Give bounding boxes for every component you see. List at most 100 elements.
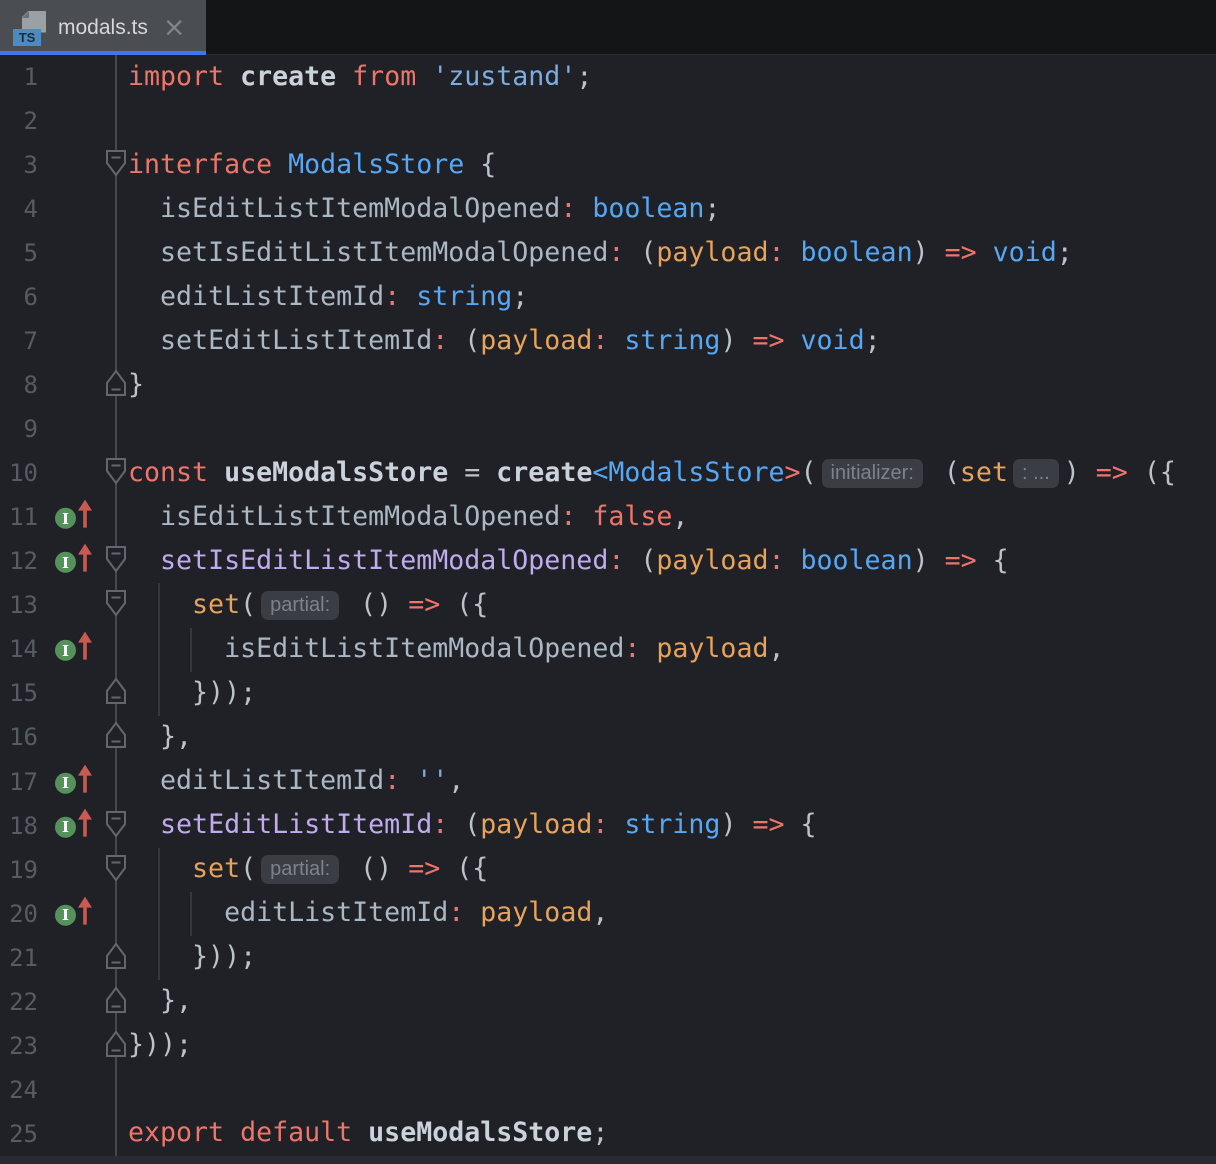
line-number[interactable]: 10	[0, 459, 42, 487]
code-token: {	[464, 149, 496, 180]
navigate-up-arrow-icon[interactable]	[77, 499, 93, 533]
code-text: setEditListItemId: (payload: string) => …	[128, 812, 817, 839]
fold-region-end-icon[interactable]	[105, 721, 127, 753]
code-token: set	[960, 457, 1008, 488]
code-token: false	[592, 501, 672, 532]
code-line: 13 set(partial: () => ({	[0, 583, 1216, 627]
code-text: },	[128, 724, 192, 751]
code-token: setEditListItemId	[160, 325, 432, 356]
gutter-slot	[42, 848, 128, 892]
code-token: (	[624, 237, 656, 268]
code-token: setIsEditListItemModalOpened	[160, 237, 608, 268]
code-token: (	[448, 325, 480, 356]
line-number[interactable]: 24	[0, 1076, 42, 1104]
navigate-up-arrow-icon[interactable]	[77, 631, 93, 665]
line-number[interactable]: 6	[0, 283, 42, 311]
tab-modals-ts[interactable]: TS modals.ts ×	[0, 0, 206, 55]
line-number[interactable]: 20	[0, 900, 42, 928]
code-text: setIsEditListItemModalOpened: (payload: …	[128, 548, 1009, 575]
code-token	[608, 809, 624, 840]
gutter-slot: I	[42, 539, 128, 583]
code-token: ({	[440, 853, 488, 884]
code-token	[784, 545, 800, 576]
line-number[interactable]: 22	[0, 988, 42, 1016]
code-token	[128, 809, 160, 840]
line-number[interactable]: 12	[0, 547, 42, 575]
line-number[interactable]: 18	[0, 812, 42, 840]
code-token: =>	[752, 325, 784, 356]
code-text: }));	[128, 1032, 192, 1059]
typescript-file-icon: TS	[13, 10, 47, 46]
fold-region-start-icon[interactable]	[105, 854, 127, 886]
navigate-up-arrow-icon[interactable]	[77, 807, 93, 841]
implementing-member-icon[interactable]: I	[55, 904, 76, 925]
code-token: )	[720, 325, 752, 356]
line-number[interactable]: 21	[0, 944, 42, 972]
code-token: boolean	[801, 237, 913, 268]
gutter-slot	[42, 275, 128, 319]
code-token: ;	[1057, 237, 1073, 268]
implementing-member-icon[interactable]: I	[55, 640, 76, 661]
line-number[interactable]: 1	[0, 63, 42, 91]
code-token: :	[768, 237, 784, 268]
code-line: 5 setIsEditListItemModalOpened: (payload…	[0, 231, 1216, 275]
code-token: editListItemId	[160, 765, 384, 796]
implementing-member-icon[interactable]: I	[55, 816, 76, 837]
line-number[interactable]: 8	[0, 371, 42, 399]
fold-region-end-icon[interactable]	[105, 986, 127, 1018]
code-token: ModalsStore	[288, 149, 464, 180]
implementing-member-icon[interactable]: I	[55, 772, 76, 793]
gutter-slot	[42, 407, 128, 451]
navigate-up-arrow-icon[interactable]	[77, 763, 93, 797]
code-line: 4 isEditListItemModalOpened: boolean;	[0, 187, 1216, 231]
code-token: :	[608, 237, 624, 268]
code-token	[640, 633, 656, 664]
line-number[interactable]: 15	[0, 679, 42, 707]
code-line: 21 }));	[0, 936, 1216, 980]
fold-region-end-icon[interactable]	[105, 942, 127, 974]
fold-region-end-icon[interactable]	[105, 1030, 127, 1062]
line-number[interactable]: 7	[0, 327, 42, 355]
fold-region-start-icon[interactable]	[105, 545, 127, 577]
code-text: editListItemId: '',	[128, 768, 464, 795]
folded-type-hint[interactable]: : ...	[1013, 459, 1059, 488]
line-number[interactable]: 3	[0, 151, 42, 179]
fold-region-start-icon[interactable]	[105, 457, 127, 489]
fold-region-end-icon[interactable]	[105, 369, 127, 401]
code-token: :	[560, 501, 576, 532]
code-token: ,	[448, 765, 464, 796]
line-number[interactable]: 23	[0, 1032, 42, 1060]
line-number[interactable]: 17	[0, 768, 42, 796]
line-number[interactable]: 16	[0, 723, 42, 751]
code-text: setEditListItemId: (payload: string) => …	[128, 328, 881, 355]
implementing-member-icon[interactable]: I	[55, 552, 76, 573]
fold-region-end-icon[interactable]	[105, 677, 127, 709]
line-number[interactable]: 2	[0, 107, 42, 135]
line-number[interactable]: 14	[0, 635, 42, 663]
code-editor: 1import create from 'zustand';23interfac…	[0, 55, 1216, 1156]
navigate-up-arrow-icon[interactable]	[77, 895, 93, 929]
code-token	[128, 589, 192, 620]
code-token: ;	[592, 1117, 608, 1148]
line-number[interactable]: 9	[0, 415, 42, 443]
tab-close-icon[interactable]: ×	[163, 14, 186, 41]
code-token: )	[720, 809, 752, 840]
code-token: },	[128, 721, 192, 752]
line-number[interactable]: 13	[0, 591, 42, 619]
code-text: }	[128, 372, 144, 399]
line-number[interactable]: 11	[0, 503, 42, 531]
implementing-member-icon[interactable]: I	[55, 508, 76, 529]
code-token: const	[128, 457, 224, 488]
fold-region-start-icon[interactable]	[105, 810, 127, 842]
code-token	[128, 237, 160, 268]
line-number[interactable]: 25	[0, 1120, 42, 1148]
fold-region-start-icon[interactable]	[105, 589, 127, 621]
navigate-up-arrow-icon[interactable]	[77, 543, 93, 577]
code-token: }));	[128, 941, 256, 972]
code-token: set	[192, 589, 240, 620]
line-number[interactable]: 4	[0, 195, 42, 223]
line-number[interactable]: 19	[0, 856, 42, 884]
line-number[interactable]: 5	[0, 239, 42, 267]
code-token: :	[432, 809, 448, 840]
fold-region-start-icon[interactable]	[105, 149, 127, 181]
